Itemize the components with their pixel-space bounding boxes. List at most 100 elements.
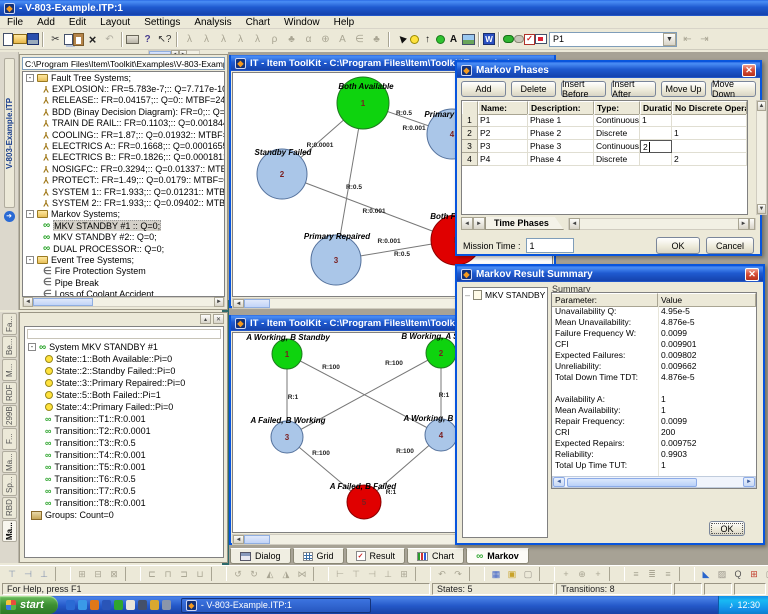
result-row[interactable]: Unreliability: 0.009662 xyxy=(552,361,756,372)
expander-icon[interactable]: - xyxy=(28,343,36,351)
module-vertical-tab[interactable]: 299B xyxy=(2,405,17,427)
taskbar-window-button[interactable]: ◆ - V-803-Example.ITP:1 xyxy=(181,598,371,613)
dialog-titlebar[interactable]: ◆ Markov Result Summary ✕ xyxy=(457,266,763,282)
sheet-hscrollbar[interactable]: ◄► xyxy=(568,218,756,230)
delete-icon[interactable]: × xyxy=(84,31,101,47)
phase-type-cell[interactable]: Discrete xyxy=(594,127,640,140)
gray-pill-icon[interactable] xyxy=(514,35,524,43)
menu-item[interactable]: File xyxy=(0,17,30,28)
column-header[interactable]: Name: xyxy=(478,101,528,115)
tree-item[interactable]: ∞ DUAL PROCESSOR:: Q=0; xyxy=(23,243,224,254)
module-vertical-tab[interactable]: RBD xyxy=(2,497,17,519)
analysis-oplus-icon[interactable]: ⊕ xyxy=(317,31,334,47)
tree-item[interactable]: Y RELEASE:: FR=0.04157;:: Q=0:: MTBF=24.… xyxy=(23,95,224,106)
result-row[interactable]: Mean Availability: 1 xyxy=(552,405,756,416)
document-tab[interactable]: Dialog xyxy=(230,548,291,564)
pointer-icon[interactable]: ▶ xyxy=(390,27,413,50)
result-row[interactable]: Expected Repairs: 0.009752 xyxy=(552,438,756,449)
ql-mail-icon[interactable] xyxy=(78,600,87,610)
ql-app4-icon[interactable] xyxy=(162,600,171,610)
paste-icon[interactable] xyxy=(73,33,84,46)
module-vertical-tab[interactable]: M... xyxy=(2,359,17,381)
phase-name-cell[interactable]: P1 xyxy=(478,114,528,127)
phase-description-cell[interactable]: Phase 1 xyxy=(528,114,594,127)
markov-transition-edge[interactable] xyxy=(282,174,456,240)
phases-grid[interactable]: Name: Description: Type: Duration: No Di… xyxy=(461,100,748,215)
layer-back-icon[interactable]: ⊠ xyxy=(106,567,122,581)
nudge-right-icon[interactable]: ⊐ xyxy=(176,567,192,581)
mirror-icon[interactable]: ⋈ xyxy=(294,567,310,581)
project-hscrollbar[interactable]: ◄ ► xyxy=(22,297,225,307)
tree-item[interactable]: Y ELECTRICS B:: FR=0.1826;:: Q=0.0001812 xyxy=(23,152,224,163)
flip-h-icon[interactable]: ◭ xyxy=(262,567,278,581)
menu-item[interactable]: Add xyxy=(30,17,62,28)
result-row[interactable]: Unavailability Q: 4.95e-5 xyxy=(552,306,756,317)
column-header[interactable]: Parameter: xyxy=(552,293,658,307)
ql-browser-icon[interactable] xyxy=(90,600,99,610)
analysis-lambda5-icon[interactable]: λ xyxy=(249,31,266,47)
tree-item[interactable]: Y NOSIGFC:: FR=0.3294;:: Q=0.01337:: MTB… xyxy=(23,163,224,174)
column-header[interactable]: Duration: xyxy=(640,101,672,115)
align-bottom-icon[interactable]: ⊥ xyxy=(36,567,52,581)
size-grid-icon[interactable]: ⊞ xyxy=(396,567,412,581)
tree-item[interactable]: Y TRAIN DE RAIL:: FR=0.1103;:: Q=0.00184… xyxy=(23,118,224,129)
phase-description-cell[interactable]: Phase 3 xyxy=(528,140,594,153)
tree-item[interactable]: ∞ MKV STANDBY #1 :: Q=0; xyxy=(23,220,224,231)
stack1-icon[interactable]: ≡ xyxy=(628,567,644,581)
tree-item[interactable]: Groups: Count=0 xyxy=(25,509,223,521)
toolbar-icon[interactable] xyxy=(211,567,227,581)
tree-item[interactable]: - Markov Systems; xyxy=(23,209,224,220)
result-row[interactable]: Repair Frequency: 0.0099 xyxy=(552,416,756,427)
expander-icon[interactable]: - xyxy=(26,210,34,218)
flip-v-icon[interactable]: ◮ xyxy=(278,567,294,581)
result-row[interactable] xyxy=(552,383,756,394)
close-icon[interactable]: ✕ xyxy=(745,268,759,281)
document-tab[interactable]: ✓ Result xyxy=(346,548,406,564)
size-height-icon[interactable]: ⊤ xyxy=(348,567,364,581)
tree-item[interactable]: Y SYSTEM 1:: FR=1.933;:: Q=0.01231:: MTB… xyxy=(23,186,224,197)
row-header[interactable]: 2 xyxy=(462,127,478,140)
zoom-select-icon[interactable]: ▢ xyxy=(762,567,768,581)
toolbar-icon[interactable] xyxy=(679,567,695,581)
green-pill-icon[interactable] xyxy=(503,35,514,43)
tree-item[interactable]: Y SYSTEM 2:: FR=1.933;:: Q=0.09402:: MTB… xyxy=(23,197,224,208)
row-header[interactable]: 1 xyxy=(462,114,478,127)
expander-icon[interactable]: - xyxy=(26,74,34,82)
phase-duration-cell[interactable] xyxy=(640,153,672,166)
phase-duration-cell[interactable]: 1 xyxy=(640,114,672,127)
new-icon[interactable] xyxy=(3,33,13,46)
phase-action-button[interactable]: Move Up xyxy=(661,81,706,97)
document-tab[interactable]: ∞ Markov xyxy=(466,548,529,564)
analysis-lambda2-icon[interactable]: λ xyxy=(198,31,215,47)
phase-description-cell[interactable]: Phase 2 xyxy=(528,127,594,140)
result-row[interactable]: CFI 0.009901 xyxy=(552,339,756,350)
tree-item[interactable]: Y PROTECT:: FR=1.49;:: Q=0.0179:: MTBF=0… xyxy=(23,175,224,186)
tree-item[interactable]: Y BDD (Binay Decision Diagram): FR=0;:: … xyxy=(23,106,224,117)
ql-app1-icon[interactable] xyxy=(102,600,111,610)
column-header[interactable]: No Discrete Operation xyxy=(672,101,747,115)
ql-doc-icon[interactable] xyxy=(126,600,135,610)
phase-action-button[interactable]: Add xyxy=(461,81,506,97)
up-arrow-icon[interactable]: ↑ xyxy=(419,31,436,47)
phase-duration-cell[interactable] xyxy=(640,127,672,140)
green-circle-icon[interactable] xyxy=(436,35,445,44)
red-check-icon[interactable]: ✓ xyxy=(524,34,535,45)
toolbar-icon[interactable] xyxy=(478,32,480,47)
phase-combobox[interactable]: P1 ▼ xyxy=(549,32,677,47)
result-row[interactable]: CRI 200 xyxy=(552,427,756,438)
menu-item[interactable]: Edit xyxy=(62,17,93,28)
zoom-icon[interactable]: Q xyxy=(730,567,746,581)
align-top-icon[interactable]: ⊤ xyxy=(4,567,20,581)
close-icon[interactable]: ✕ xyxy=(742,64,756,77)
mission-time-input[interactable]: 1 xyxy=(526,238,574,253)
note-icon[interactable]: ▣ xyxy=(504,567,520,581)
phase-type-cell[interactable]: Continuous xyxy=(594,114,640,127)
toolbar-icon[interactable] xyxy=(125,567,141,581)
result-row[interactable]: Mean Unavailability: 4.876e-5 xyxy=(552,317,756,328)
phase-ndo-cell[interactable] xyxy=(672,114,747,127)
zoom-corner-icon[interactable]: ◣ xyxy=(698,567,714,581)
menu-item[interactable]: Layout xyxy=(93,17,137,28)
size-width-icon[interactable]: ⊢ xyxy=(332,567,348,581)
column-header[interactable]: Type: xyxy=(594,101,640,115)
analysis-rho-icon[interactable]: ρ xyxy=(266,31,283,47)
